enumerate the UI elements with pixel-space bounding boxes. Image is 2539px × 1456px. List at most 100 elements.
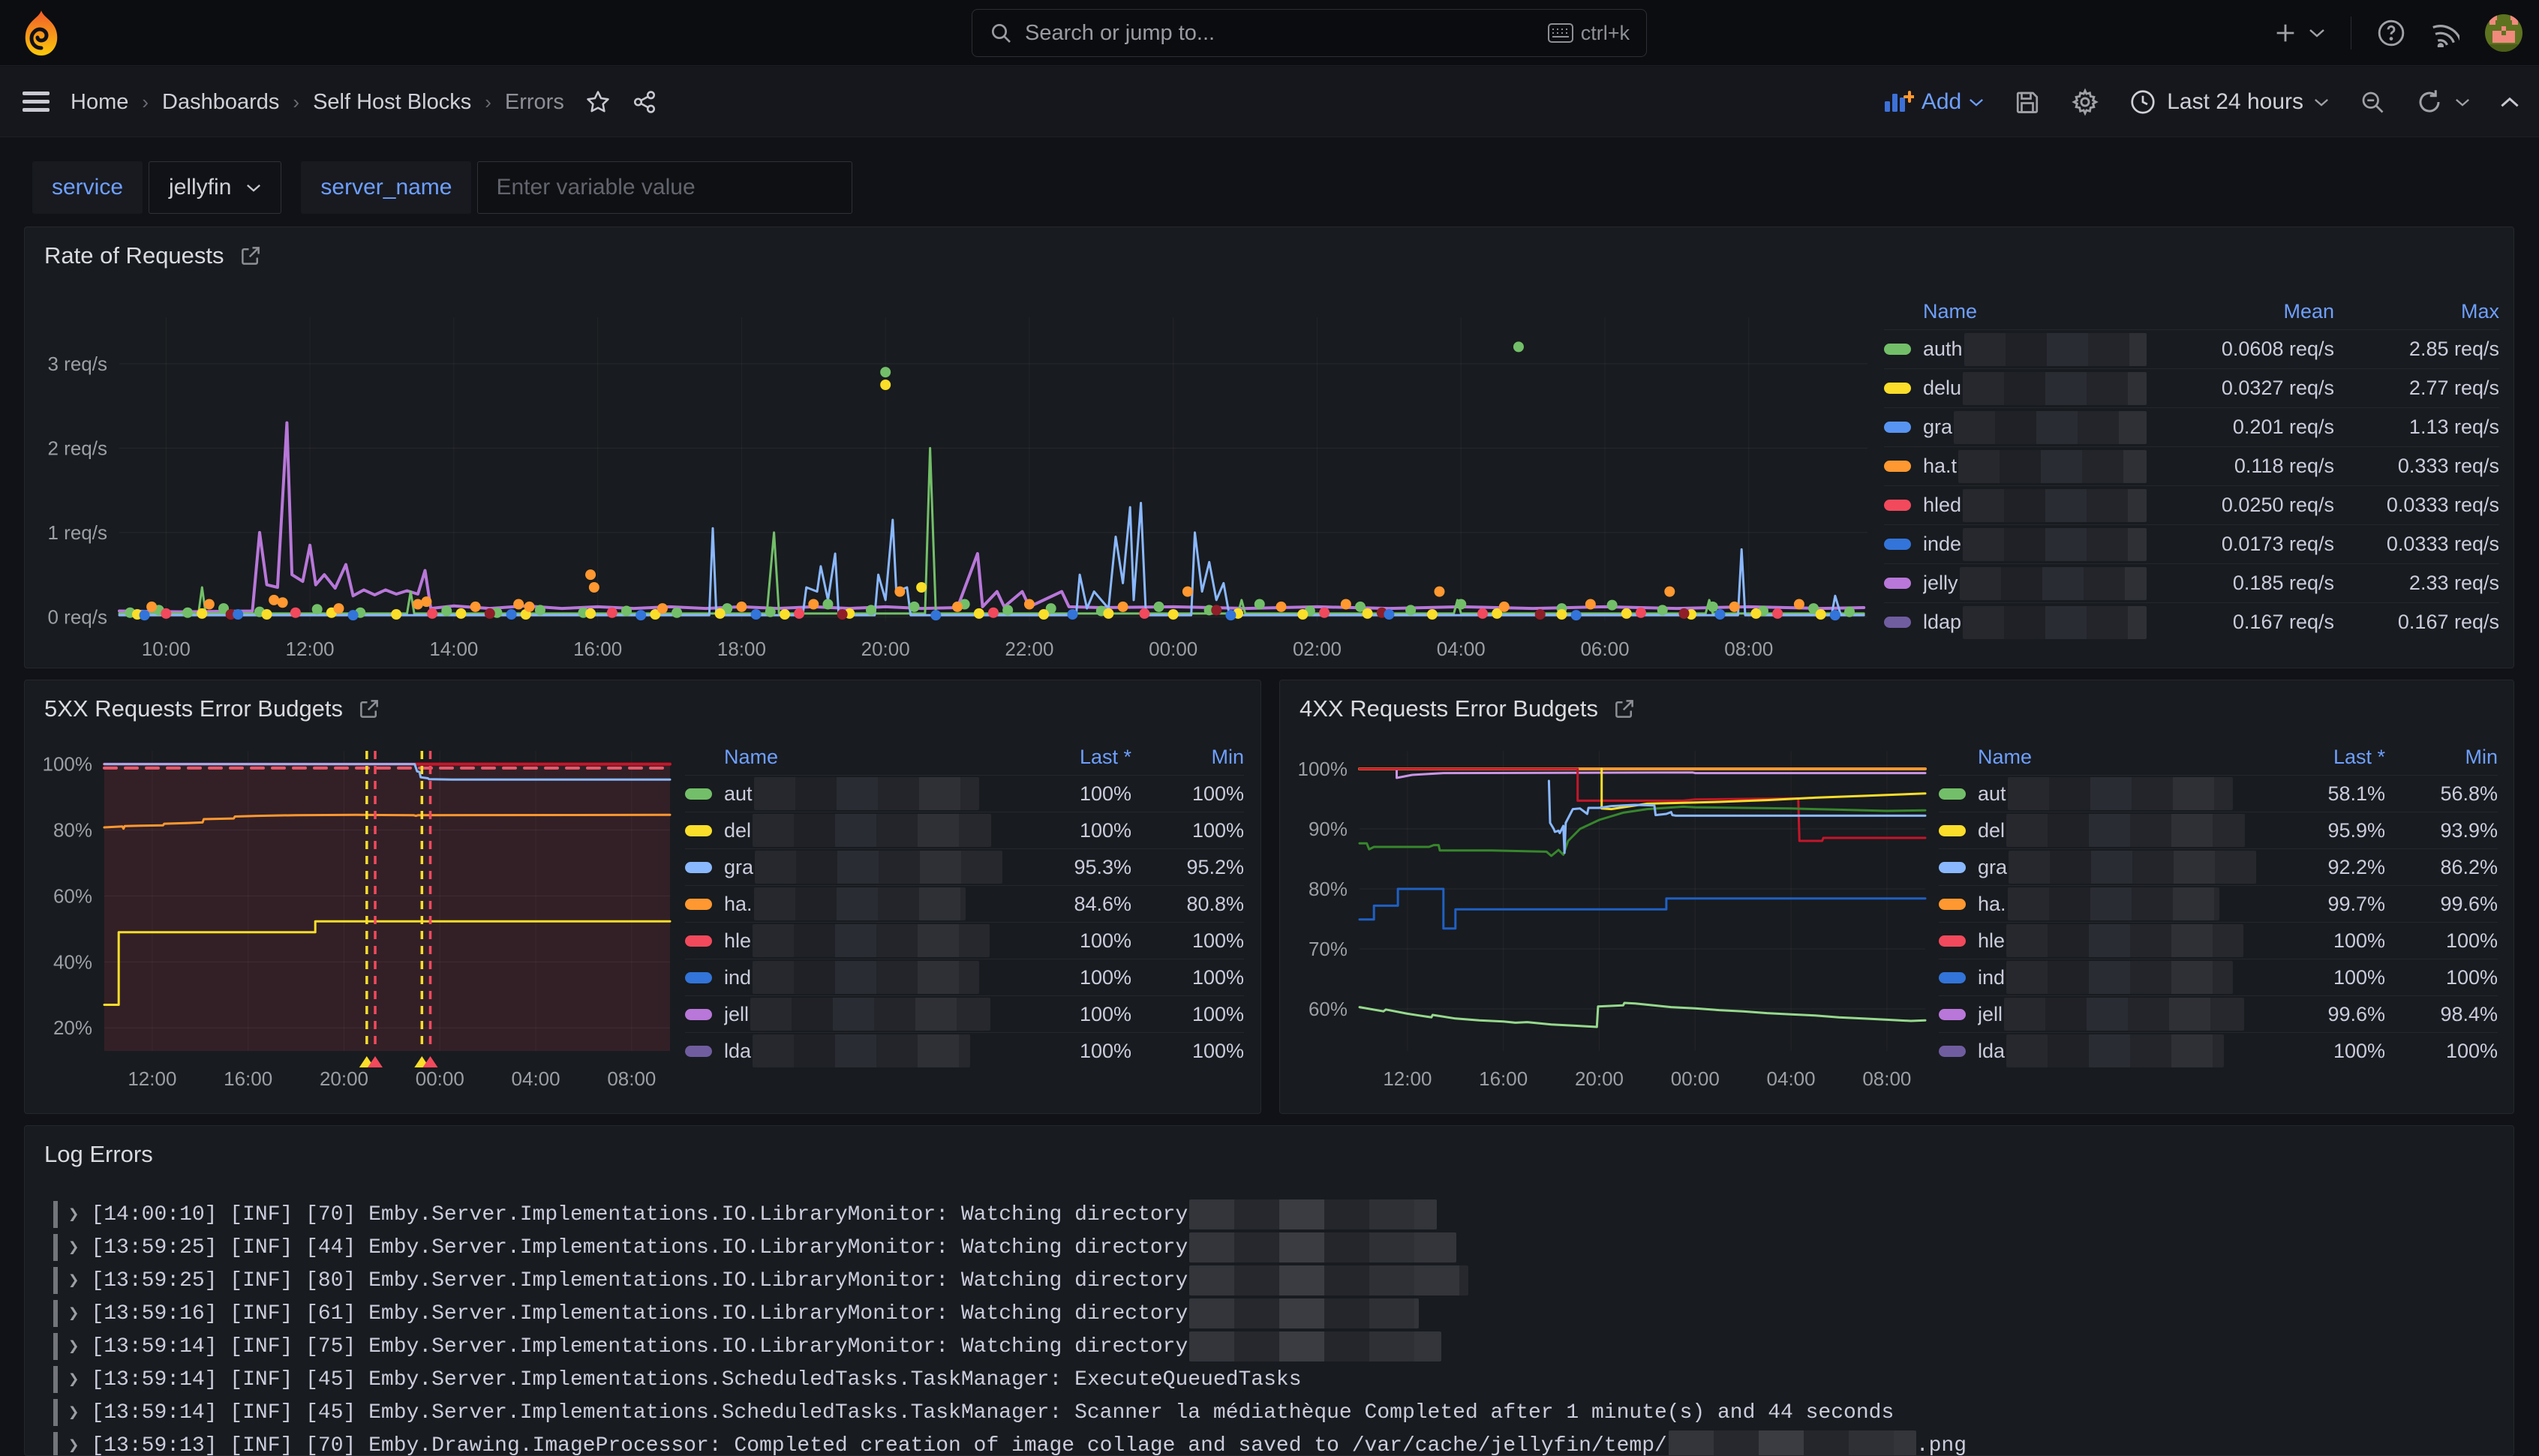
legend-sort-col1[interactable]: Last * [1011, 746, 1131, 769]
expand-caret-icon[interactable]: ❯ [68, 1368, 79, 1391]
avatar[interactable] [2485, 14, 2522, 52]
legend-sort-col2[interactable]: Min [2385, 746, 2498, 769]
log-line[interactable]: ❯ [13:59:25] [INF] [44] Emby.Server.Impl… [53, 1231, 1456, 1264]
legend-sort-name[interactable]: Name [724, 746, 1011, 769]
legend-row[interactable]: ha.t 0.118 req/s 0.333 req/s [1884, 446, 2499, 485]
share-button[interactable] [632, 89, 657, 115]
expand-caret-icon[interactable]: ❯ [68, 1302, 79, 1325]
legend-sort-col2[interactable]: Max [2334, 300, 2499, 323]
legend-row[interactable]: hled 0.0250 req/s 0.0333 req/s [1884, 485, 2499, 524]
expand-caret-icon[interactable]: ❯ [68, 1203, 79, 1226]
legend-row[interactable]: ind 100% 100% [1939, 959, 2498, 995]
search-input[interactable]: Search or jump to... ctrl+k [972, 9, 1647, 57]
legend-header: Name Mean Max [1884, 293, 2499, 329]
legend-row[interactable]: jell 100% 100% [685, 995, 1244, 1032]
add-button[interactable]: Add [1884, 89, 1984, 115]
legend-sort-col1[interactable]: Last * [2265, 746, 2385, 769]
legend-sort-col1[interactable]: Mean [2147, 300, 2334, 323]
legend-row[interactable]: ldap 0.167 req/s 0.167 req/s [1884, 602, 2499, 641]
log-line[interactable]: ❯ [14:00:10] [INF] [70] Emby.Server.Impl… [53, 1198, 1437, 1231]
legend-sort-name[interactable]: Name [1978, 746, 2265, 769]
series-value-2: 0.0333 req/s [2334, 494, 2499, 517]
legend-row[interactable]: aut 100% 100% [685, 775, 1244, 812]
breadcrumb-separator: › [485, 91, 491, 114]
refresh-button[interactable] [2416, 89, 2470, 116]
add-panel-icon [1884, 89, 1914, 115]
panel-5xx-error-budgets: 5XX Requests Error Budgets 20%40%60%80%1… [24, 680, 1261, 1114]
news-button[interactable] [2431, 19, 2459, 47]
series-value-2: 100% [2385, 1040, 2498, 1063]
collapse-toolbar-button[interactable] [2500, 96, 2519, 109]
legend-row[interactable]: aut 58.1% 56.8% [1939, 775, 2498, 812]
panel-title[interactable]: 4XX Requests Error Budgets [1300, 695, 1636, 722]
legend-row[interactable]: jell 99.6% 98.4% [1939, 995, 2498, 1032]
expand-caret-icon[interactable]: ❯ [68, 1335, 79, 1358]
legend-row[interactable]: jelly 0.185 req/s 2.33 req/s [1884, 563, 2499, 602]
legend-sort-name[interactable]: Name [1923, 300, 2147, 323]
external-link-icon[interactable] [1613, 698, 1636, 720]
legend-row[interactable]: lda 100% 100% [685, 1032, 1244, 1069]
favorite-button[interactable] [585, 89, 611, 115]
legend-row[interactable]: delu 0.0327 req/s 2.77 req/s [1884, 368, 2499, 407]
series-color-pill [685, 788, 712, 800]
grafana-logo-icon[interactable] [20, 9, 63, 61]
svg-text:40%: 40% [53, 950, 92, 973]
breadcrumb-item[interactable]: Dashboards [162, 90, 279, 115]
panel-title[interactable]: Log Errors [44, 1141, 153, 1168]
log-line[interactable]: ❯ [13:59:13] [INF] [70] Emby.Drawing.Ima… [53, 1429, 1967, 1456]
variable-input-server-name[interactable] [477, 161, 852, 214]
series-name: delu [1923, 372, 2147, 405]
expand-caret-icon[interactable]: ❯ [68, 1434, 79, 1456]
panel-title[interactable]: 5XX Requests Error Budgets [44, 695, 380, 722]
variable-select-service[interactable]: jellyfin [149, 161, 281, 214]
legend-row[interactable]: ind 100% 100% [685, 959, 1244, 995]
new-menu-button[interactable] [2273, 20, 2325, 46]
time-range-picker[interactable]: Last 24 hours [2129, 89, 2329, 116]
legend-row[interactable]: inde 0.0173 req/s 0.0333 req/s [1884, 524, 2499, 563]
log-line[interactable]: ❯ [13:59:14] [INF] [45] Emby.Server.Impl… [53, 1363, 1302, 1396]
save-dashboard-button[interactable] [2014, 89, 2041, 116]
legend-row[interactable]: del 95.9% 93.9% [1939, 812, 2498, 848]
legend-row[interactable]: gra 0.201 req/s 1.13 req/s [1884, 407, 2499, 446]
zoom-out-button[interactable] [2359, 89, 2386, 116]
legend-sort-col2[interactable]: Min [1131, 746, 1244, 769]
svg-text:10:00: 10:00 [142, 638, 191, 660]
legend-row[interactable]: ha. 99.7% 99.6% [1939, 885, 2498, 922]
log-line[interactable]: ❯ [13:59:14] [INF] [45] Emby.Server.Impl… [53, 1396, 1894, 1429]
svg-text:80%: 80% [1309, 878, 1348, 900]
external-link-icon[interactable] [358, 698, 380, 720]
save-icon [2014, 89, 2041, 116]
expand-caret-icon[interactable]: ❯ [68, 1401, 79, 1424]
svg-text:100%: 100% [1298, 758, 1348, 780]
legend-row[interactable]: ha. 84.6% 80.8% [685, 885, 1244, 922]
breadcrumb-item[interactable]: Self Host Blocks [313, 90, 471, 115]
log-line[interactable]: ❯ [13:59:16] [INF] [61] Emby.Server.Impl… [53, 1297, 1419, 1330]
svg-text:08:00: 08:00 [607, 1067, 656, 1090]
log-text: [13:59:14] [INF] [75] Emby.Server.Implem… [91, 1335, 1188, 1358]
legend-row[interactable]: hle 100% 100% [685, 922, 1244, 959]
legend-row[interactable]: del 100% 100% [685, 812, 1244, 848]
help-button[interactable] [2377, 19, 2405, 47]
log-line[interactable]: ❯ [13:59:25] [INF] [80] Emby.Server.Impl… [53, 1264, 1468, 1297]
legend-row[interactable]: lda 100% 100% [1939, 1032, 2498, 1069]
expand-caret-icon[interactable]: ❯ [68, 1236, 79, 1259]
log-level-bar [53, 1267, 58, 1294]
expand-caret-icon[interactable]: ❯ [68, 1269, 79, 1292]
legend-row[interactable]: hle 100% 100% [1939, 922, 2498, 959]
dashboard-settings-button[interactable] [2071, 88, 2099, 116]
series-name: hle [1978, 924, 2265, 957]
legend-row[interactable]: auth 0.0608 req/s 2.85 req/s [1884, 329, 2499, 368]
mega-menu-button[interactable] [23, 92, 50, 113]
series-value-2: 98.4% [2385, 1003, 2498, 1026]
series-value-1: 95.9% [2265, 819, 2385, 842]
redacted-path [1189, 1265, 1468, 1295]
panel-title[interactable]: Rate of Requests [44, 242, 262, 269]
svg-text:00:00: 00:00 [416, 1067, 464, 1090]
log-line[interactable]: ❯ [13:59:14] [INF] [75] Emby.Server.Impl… [53, 1330, 1441, 1363]
external-link-icon[interactable] [239, 245, 262, 267]
svg-text:20:00: 20:00 [320, 1067, 368, 1090]
legend-row[interactable]: gra 92.2% 86.2% [1939, 848, 2498, 885]
series-color-pill [1939, 825, 1966, 836]
legend-row[interactable]: gra 95.3% 95.2% [685, 848, 1244, 885]
breadcrumb-item[interactable]: Home [71, 90, 128, 115]
